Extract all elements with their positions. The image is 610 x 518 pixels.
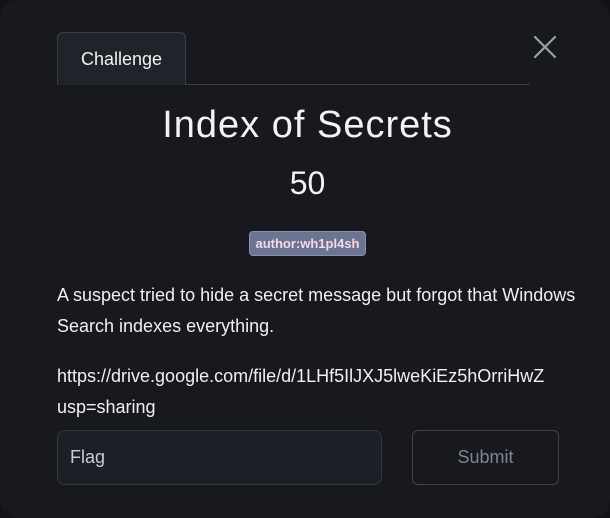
challenge-title: Index of Secrets — [162, 104, 453, 146]
badge-row: author:wh1pl4sh — [0, 231, 610, 256]
flag-input[interactable] — [57, 430, 382, 485]
tab-challenge[interactable]: Challenge — [57, 32, 186, 85]
submit-button[interactable]: Submit — [412, 430, 559, 485]
page-backdrop: Challenge Index of Secrets 50 author:wh1… — [0, 0, 610, 518]
modal-tabs: Challenge — [57, 32, 530, 85]
close-icon — [533, 35, 557, 59]
challenge-link-line1[interactable]: https://drive.google.com/file/d/1LHf5IlJ… — [57, 361, 610, 392]
challenge-description: A suspect tried to hide a secret message… — [57, 285, 576, 336]
author-badge: author:wh1pl4sh — [249, 231, 366, 256]
challenge-points: 50 — [289, 165, 326, 201]
close-button[interactable] — [532, 34, 558, 60]
challenge-modal: Challenge Index of Secrets 50 author:wh1… — [0, 0, 610, 518]
challenge-link-line2[interactable]: usp=sharing — [57, 392, 610, 423]
challenge-link[interactable]: https://drive.google.com/file/d/1LHf5IlJ… — [57, 361, 610, 423]
